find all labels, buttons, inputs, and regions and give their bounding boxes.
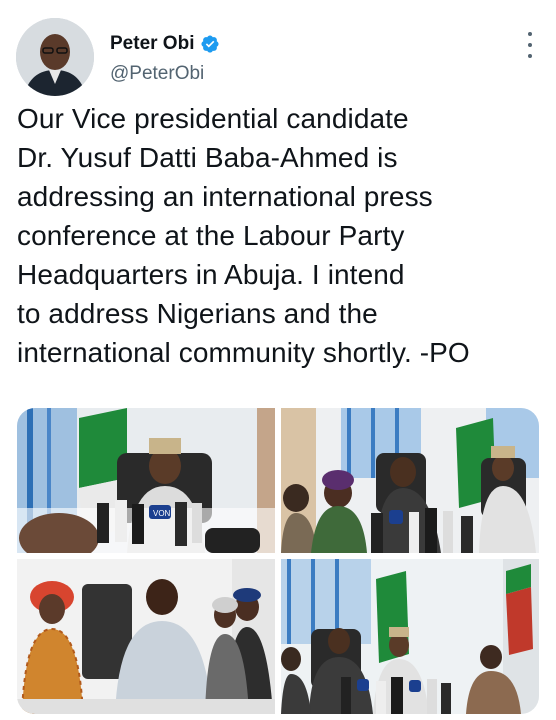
author-handle[interactable]: @PeterObi	[110, 63, 204, 85]
photo-3[interactable]	[17, 559, 275, 714]
photo-2[interactable]	[281, 408, 539, 553]
photo-1[interactable]: VON	[17, 408, 275, 553]
avatar[interactable]	[16, 18, 94, 96]
tweet-header: Peter Obi @PeterObi	[16, 18, 540, 98]
media-grid: VON	[17, 408, 539, 714]
mic-label: VON	[153, 509, 171, 518]
more-options-icon[interactable]	[520, 32, 540, 58]
verified-badge-icon	[201, 35, 220, 53]
tweet-text: Our Vice presidential candidate Dr. Yusu…	[17, 103, 470, 368]
author-name[interactable]: Peter Obi	[110, 33, 194, 55]
photo-4[interactable]	[281, 559, 539, 714]
